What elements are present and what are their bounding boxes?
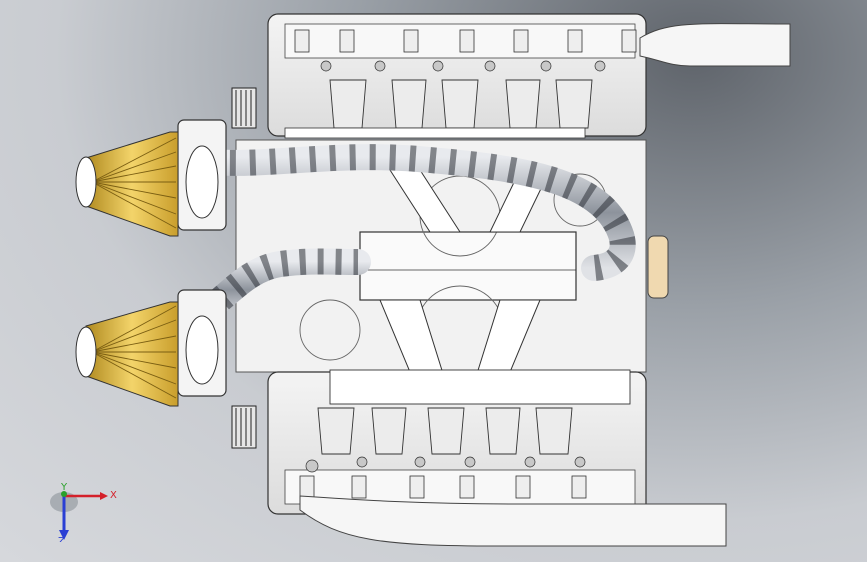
top-pulley[interactable]: [231, 87, 257, 129]
y-axis-label: Y: [60, 482, 68, 493]
bottom-exhaust-pipe[interactable]: [299, 495, 727, 547]
lower-air-filter[interactable]: [75, 301, 179, 407]
top-cylinder-bank[interactable]: [267, 13, 647, 139]
cad-viewport[interactable]: X Y Z: [0, 0, 867, 562]
engine-model[interactable]: [0, 0, 867, 562]
x-axis-label: X: [110, 490, 117, 501]
lower-throttle-body[interactable]: [177, 289, 227, 397]
upper-air-filter[interactable]: [75, 131, 179, 237]
z-axis-label: Z: [58, 536, 65, 542]
upper-throttle-body[interactable]: [177, 119, 227, 231]
top-exhaust-pipe[interactable]: [639, 23, 791, 67]
orientation-triad: X Y Z: [50, 482, 117, 542]
bottom-pulley[interactable]: [231, 405, 257, 449]
bottom-cylinder-bank[interactable]: [267, 369, 647, 515]
